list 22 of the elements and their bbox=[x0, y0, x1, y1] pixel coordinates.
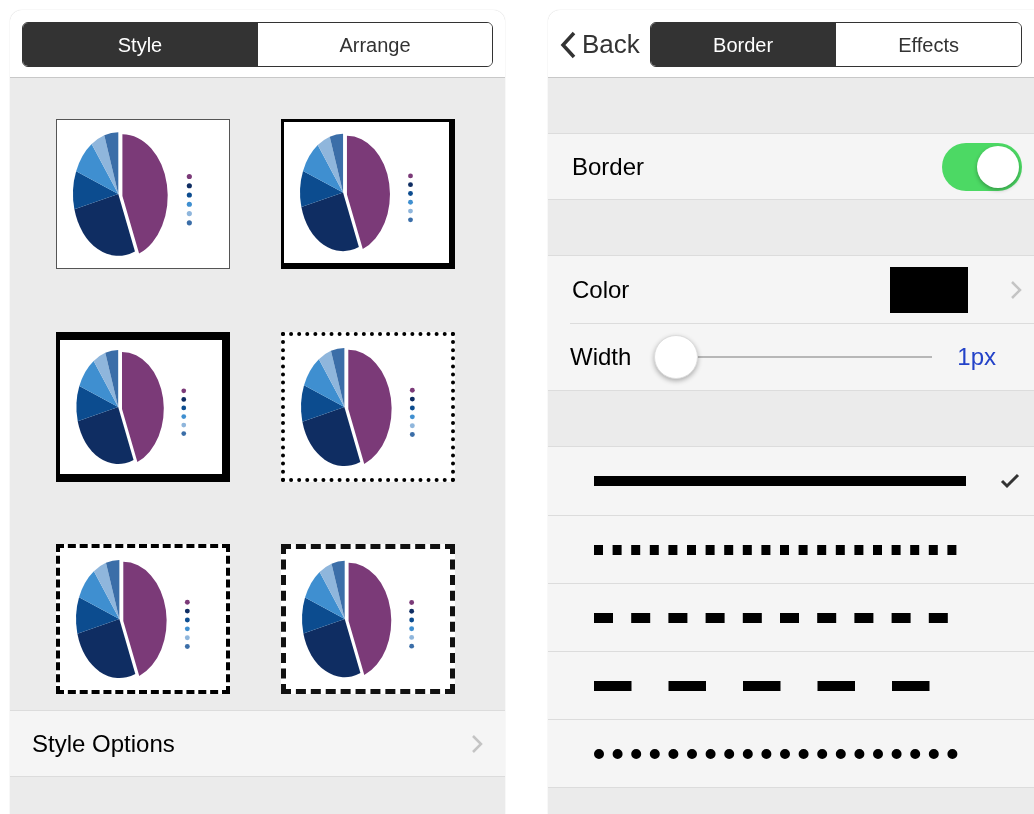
slider-thumb[interactable] bbox=[654, 335, 698, 379]
style-options-row[interactable]: Style Options bbox=[10, 710, 505, 777]
chart-thumbnail[interactable] bbox=[280, 119, 455, 269]
chart-thumbnail[interactable] bbox=[280, 331, 455, 482]
chart-thumbnail[interactable] bbox=[280, 544, 455, 695]
color-row[interactable]: Color bbox=[548, 256, 1034, 323]
chevron-right-icon bbox=[1010, 279, 1022, 300]
segment-tab[interactable]: Border bbox=[650, 23, 836, 66]
checkmark-icon bbox=[1000, 473, 1020, 489]
chart-thumbnail[interactable] bbox=[56, 331, 230, 482]
chart-thumbnail[interactable] bbox=[56, 544, 230, 695]
width-slider[interactable] bbox=[654, 335, 932, 379]
chevron-left-icon bbox=[560, 30, 576, 59]
width-value: 1px bbox=[957, 342, 996, 372]
segment-tab[interactable]: Arrange bbox=[257, 23, 492, 66]
width-label: Width bbox=[570, 342, 633, 372]
segment-tab[interactable]: Effects bbox=[835, 23, 1021, 66]
border-label: Border bbox=[572, 151, 645, 182]
segment-tab[interactable]: Style bbox=[23, 23, 257, 66]
border-toggle[interactable] bbox=[942, 142, 1022, 191]
chevron-right-icon bbox=[471, 733, 483, 754]
back-button[interactable]: Back bbox=[548, 22, 650, 67]
